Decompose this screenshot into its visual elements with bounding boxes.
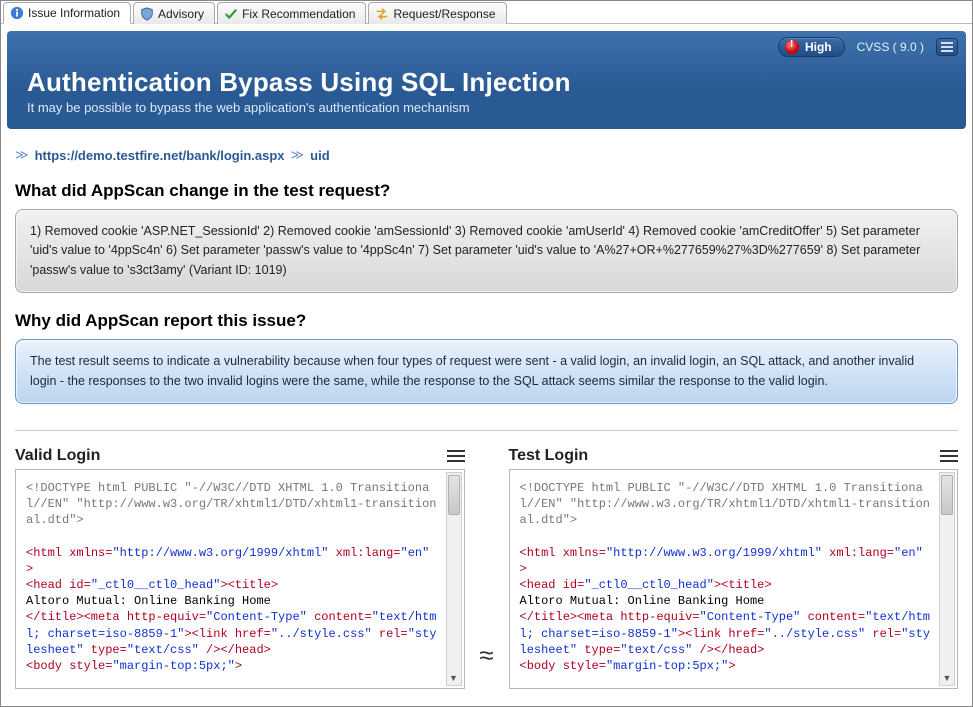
tab-fix-recommendation[interactable]: Fix Recommendation [217, 2, 366, 24]
scroll-down-icon[interactable]: ▼ [940, 671, 954, 685]
test-login-column: Test Login <!DOCTYPE html PUBLIC "-//W3C… [509, 447, 959, 689]
tab-label: Issue Information [28, 6, 120, 20]
breadcrumb-url[interactable]: https://demo.testfire.net/bank/login.asp… [35, 148, 285, 163]
approx-symbol: ≈ [465, 447, 509, 689]
valid-login-column: Valid Login <!DOCTYPE html PUBLIC "-//W3… [15, 447, 465, 689]
reason-box: The test result seems to indicate a vuln… [15, 339, 958, 404]
issue-title: Authentication Bypass Using SQL Injectio… [27, 67, 946, 98]
severity-pill[interactable]: High [778, 37, 845, 57]
tab-label: Advisory [158, 7, 204, 21]
column-menu-icon[interactable] [940, 450, 958, 462]
column-title: Valid Login [15, 447, 100, 465]
tab-advisory[interactable]: Advisory [133, 2, 215, 24]
divider-line [15, 430, 958, 431]
scroll-thumb[interactable] [448, 475, 460, 515]
breadcrumb-param[interactable]: uid [310, 148, 330, 163]
content-scroll[interactable]: High CVSS ( 9.0 ) Authentication Bypass … [1, 25, 972, 706]
banner-menu-button[interactable] [936, 38, 958, 56]
comparison-columns: Valid Login <!DOCTYPE html PUBLIC "-//W3… [15, 447, 958, 689]
section-reason: Why did AppScan report this issue? The t… [15, 311, 958, 404]
test-login-code: <!DOCTYPE html PUBLIC "-//W3C//DTD XHTML… [509, 469, 959, 689]
info-icon [10, 6, 24, 20]
scroll-down-icon[interactable]: ▼ [447, 671, 461, 685]
valid-login-code: <!DOCTYPE html PUBLIC "-//W3C//DTD XHTML… [15, 469, 465, 689]
tab-label: Fix Recommendation [242, 7, 355, 21]
chevron-icon: ≫ [291, 147, 305, 163]
code-content: <!DOCTYPE html PUBLIC "-//W3C//DTD XHTML… [26, 480, 460, 674]
tab-bar: Issue Information Advisory Fix Recommend… [1, 1, 972, 24]
cvss-score: CVSS ( 9.0 ) [857, 40, 924, 54]
issue-banner: High CVSS ( 9.0 ) Authentication Bypass … [7, 31, 966, 129]
column-menu-icon[interactable] [447, 450, 465, 462]
shield-icon [140, 7, 154, 21]
severity-label: High [805, 40, 832, 54]
code-scrollbar[interactable]: ▲ ▼ [446, 472, 462, 686]
breadcrumb: ≫ https://demo.testfire.net/bank/login.a… [15, 147, 958, 163]
changes-box: 1) Removed cookie 'ASP.NET_SessionId' 2)… [15, 209, 958, 293]
column-title: Test Login [509, 447, 589, 465]
tab-request-response[interactable]: Request/Response [368, 2, 506, 24]
section-heading: Why did AppScan report this issue? [15, 311, 958, 331]
section-changes: What did AppScan change in the test requ… [15, 181, 958, 293]
code-scrollbar[interactable]: ▲ ▼ [939, 472, 955, 686]
section-heading: What did AppScan change in the test requ… [15, 181, 958, 201]
tab-issue-information[interactable]: Issue Information [3, 2, 131, 24]
arrows-icon [375, 7, 389, 21]
issue-subtitle: It may be possible to bypass the web app… [27, 100, 946, 115]
scroll-thumb[interactable] [941, 475, 953, 515]
tab-label: Request/Response [393, 7, 495, 21]
chevron-icon: ≫ [15, 147, 29, 163]
code-content: <!DOCTYPE html PUBLIC "-//W3C//DTD XHTML… [520, 480, 954, 674]
alert-icon [785, 40, 799, 54]
check-icon [224, 7, 238, 21]
